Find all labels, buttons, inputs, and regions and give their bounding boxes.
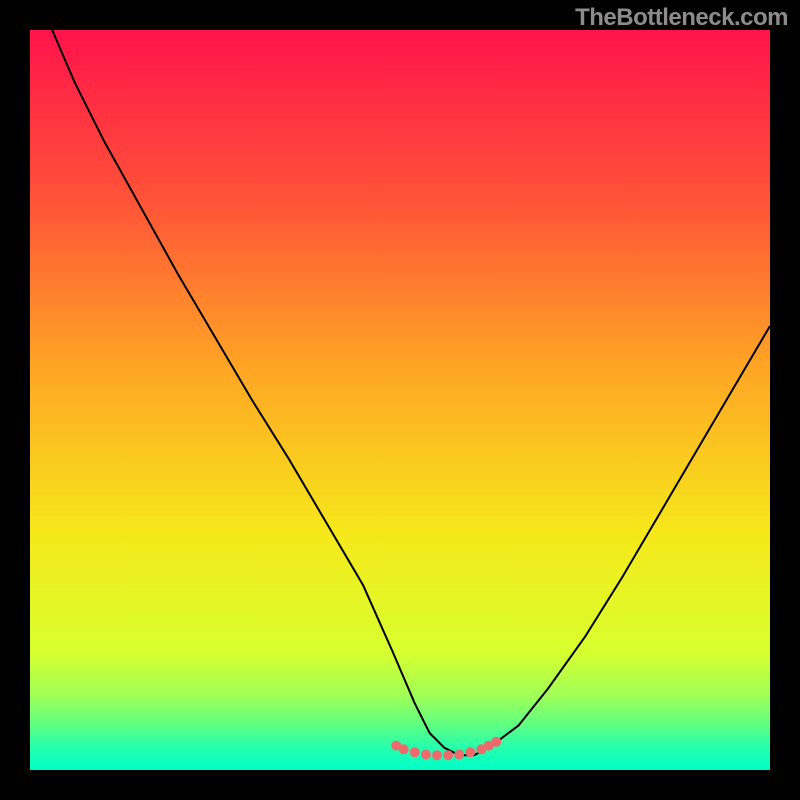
marker-dot (491, 737, 501, 747)
chart-svg (30, 30, 770, 770)
gradient-background (30, 30, 770, 770)
marker-dot (410, 747, 420, 757)
marker-dot (454, 749, 464, 759)
marker-dot (465, 747, 475, 757)
plot-area (30, 30, 770, 770)
marker-dot (399, 744, 409, 754)
chart-frame: TheBottleneck.com (0, 0, 800, 800)
marker-dot (421, 749, 431, 759)
marker-dot (432, 750, 442, 760)
marker-dot (443, 750, 453, 760)
watermark-text: TheBottleneck.com (575, 4, 788, 32)
